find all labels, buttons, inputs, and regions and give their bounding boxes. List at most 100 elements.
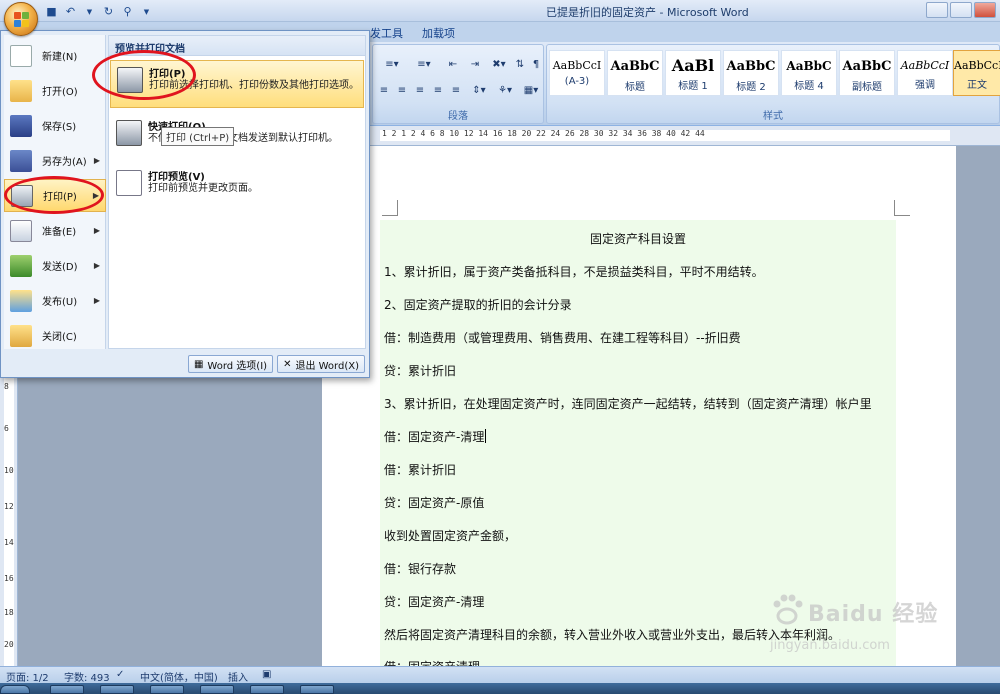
numbering-button[interactable]: ≡▾ xyxy=(409,55,439,73)
annotation-circle xyxy=(92,50,196,100)
word-count[interactable]: 字数: 493 xyxy=(64,669,110,684)
taskbar-app-button[interactable] xyxy=(250,685,284,694)
style-name: 副标题 xyxy=(852,82,882,93)
style-normal[interactable]: AaBbCcI 正文 xyxy=(953,50,1000,96)
shading-button[interactable]: ⚘▾ xyxy=(493,81,517,99)
taskbar-app-button[interactable] xyxy=(300,685,334,694)
increase-indent-button[interactable]: ⇥ xyxy=(465,55,485,73)
ruler-number: 18 xyxy=(4,608,14,617)
menu-item-publish[interactable]: 发布(U) ▶ xyxy=(4,284,106,317)
menu-item-send[interactable]: 发送(D) ▶ xyxy=(4,249,106,282)
bullets-button[interactable]: ≡▾ xyxy=(377,55,407,73)
open-folder-icon xyxy=(10,79,32,102)
decrease-indent-button[interactable]: ⇤ xyxy=(443,55,463,73)
submenu-item-print-preview[interactable]: 打印预览(V) 打印前预览并更改页面。 xyxy=(110,164,364,208)
quick-access-toolbar: ■ ↶ ▼ ↻ ⚲ ▼ xyxy=(44,3,154,20)
send-icon xyxy=(10,254,32,277)
submenu-item-desc: 打印前预览并更改页面。 xyxy=(148,183,258,194)
submenu-arrow-icon: ▶ xyxy=(93,296,100,305)
print-preview-icon xyxy=(116,170,142,196)
word-options-label: Word 选项(I) xyxy=(207,360,268,372)
style-sample: AaBbC xyxy=(786,59,832,73)
style-heading-2[interactable]: AaBbC 标题 2 xyxy=(723,50,779,96)
doc-paragraph: 贷：固定资产-清理 xyxy=(384,595,485,609)
doc-paragraph-with-caret: 借：固定资产-清理 xyxy=(384,428,487,445)
taskbar-app-button[interactable] xyxy=(50,685,84,694)
menu-item-label: 另存为(A) xyxy=(42,157,87,168)
language-indicator[interactable]: 中文(简体，中国) xyxy=(140,669,218,684)
menu-item-label: 新建(N) xyxy=(42,52,78,63)
style-name: 强调 xyxy=(915,80,935,91)
submenu-item-title: 打印预览(V) xyxy=(148,172,205,183)
crop-mark xyxy=(894,200,910,216)
taskbar-app-button[interactable] xyxy=(100,685,134,694)
align-center-button[interactable]: ≡ xyxy=(393,81,411,99)
styles-group-label: 样式 xyxy=(763,111,783,122)
menu-item-close[interactable]: 关闭(C) xyxy=(4,319,106,352)
horizontal-ruler[interactable]: 1 2 1 2 4 6 8 10 12 14 16 18 20 22 24 26… xyxy=(370,126,1000,146)
menu-item-label: 保存(S) xyxy=(42,122,77,133)
tab-addins[interactable]: 加载项 xyxy=(422,25,455,41)
style-sample: AaBbCcI xyxy=(900,59,950,72)
style-a3[interactable]: AaBbCcI (A-3) xyxy=(549,50,605,96)
doc-paragraph: 借：累计折旧 xyxy=(384,463,457,477)
undo-icon[interactable]: ↶ xyxy=(63,4,78,19)
menu-item-save-as[interactable]: 另存为(A) ▶ xyxy=(4,144,106,177)
maximize-button[interactable] xyxy=(950,2,972,18)
menu-item-save[interactable]: 保存(S) xyxy=(4,109,106,142)
minimize-button[interactable] xyxy=(926,2,948,18)
align-left-button[interactable]: ≡ xyxy=(375,81,393,99)
show-marks-button[interactable]: ¶ xyxy=(529,55,543,73)
distribute-button[interactable]: ≡ xyxy=(447,81,465,99)
start-button[interactable] xyxy=(0,685,30,694)
proofing-icon[interactable]: ✓ xyxy=(116,669,124,680)
menu-item-open[interactable]: 打开(O) xyxy=(4,74,106,107)
taskbar-app-button[interactable] xyxy=(150,685,184,694)
style-heading-4[interactable]: AaBbC 标题 4 xyxy=(781,50,837,96)
save-icon[interactable]: ■ xyxy=(44,4,59,19)
redo-icon[interactable]: ↻ xyxy=(101,4,116,19)
style-title[interactable]: AaBbC 标题 xyxy=(607,50,663,96)
word-options-button[interactable]: ▦ Word 选项(I) xyxy=(187,355,274,373)
exit-word-button[interactable]: ✕ 退出 Word(X) xyxy=(277,355,365,373)
align-right-button[interactable]: ≡ xyxy=(411,81,429,99)
customize-qat-icon[interactable]: ▼ xyxy=(139,4,154,19)
menu-item-label: 发送(D) xyxy=(42,262,78,273)
taskbar-app-button[interactable] xyxy=(200,685,234,694)
menu-item-prepare[interactable]: 准备(E) ▶ xyxy=(4,214,106,247)
borders-button[interactable]: ▦▾ xyxy=(519,81,543,99)
menu-item-new[interactable]: 新建(N) xyxy=(4,39,106,72)
insert-mode[interactable]: 插入 xyxy=(228,669,248,684)
justify-button[interactable]: ≡ xyxy=(429,81,447,99)
style-sample: AaBbC xyxy=(726,59,776,74)
page-count[interactable]: 页面: 1/2 xyxy=(6,669,49,684)
style-emphasis[interactable]: AaBbCcI 强调 xyxy=(897,50,953,96)
doc-paragraph: 贷：固定资产-原值 xyxy=(384,496,485,510)
print-preview-icon[interactable]: ⚲ xyxy=(120,4,135,19)
ruler-number: 20 xyxy=(4,640,14,649)
text-caret xyxy=(485,429,487,443)
style-sample: AaBbC xyxy=(842,59,892,74)
menu-item-label: 打开(O) xyxy=(42,87,78,98)
macro-record-icon[interactable]: ▣ xyxy=(262,669,271,680)
window-title: 已提是折旧的固定资产 - Microsoft Word xyxy=(546,6,749,19)
new-document-icon xyxy=(10,44,32,67)
options-icon: ▦ xyxy=(193,358,204,370)
style-sample: AaBbCcI xyxy=(954,59,1000,72)
save-icon xyxy=(10,114,32,137)
office-button[interactable] xyxy=(4,2,38,36)
dropdown-arrow-icon[interactable]: ▼ xyxy=(82,4,97,19)
doc-title: 固定资产科目设置 xyxy=(589,232,686,246)
close-button[interactable] xyxy=(974,2,996,18)
ruler-ticks: 1 2 1 2 4 6 8 10 12 14 16 18 20 22 24 26… xyxy=(382,129,705,138)
style-name: 标题 1 xyxy=(678,81,708,92)
ruler-number: 14 xyxy=(4,538,14,547)
chinese-layout-button[interactable]: ✖▾ xyxy=(487,55,511,73)
sort-button[interactable]: ⇅ xyxy=(513,55,527,73)
tab-developer[interactable]: 发工具 xyxy=(370,25,403,41)
submenu-item-quick-print[interactable]: 快速打印(Q) 不做更改，直接将文档发送到默认打印机。 xyxy=(110,114,364,158)
style-heading-1[interactable]: AaBl 标题 1 xyxy=(665,50,721,96)
menu-item-label: 发布(U) xyxy=(42,297,78,308)
line-spacing-button[interactable]: ⇕▾ xyxy=(467,81,491,99)
style-subtitle[interactable]: AaBbC 副标题 xyxy=(839,50,895,96)
